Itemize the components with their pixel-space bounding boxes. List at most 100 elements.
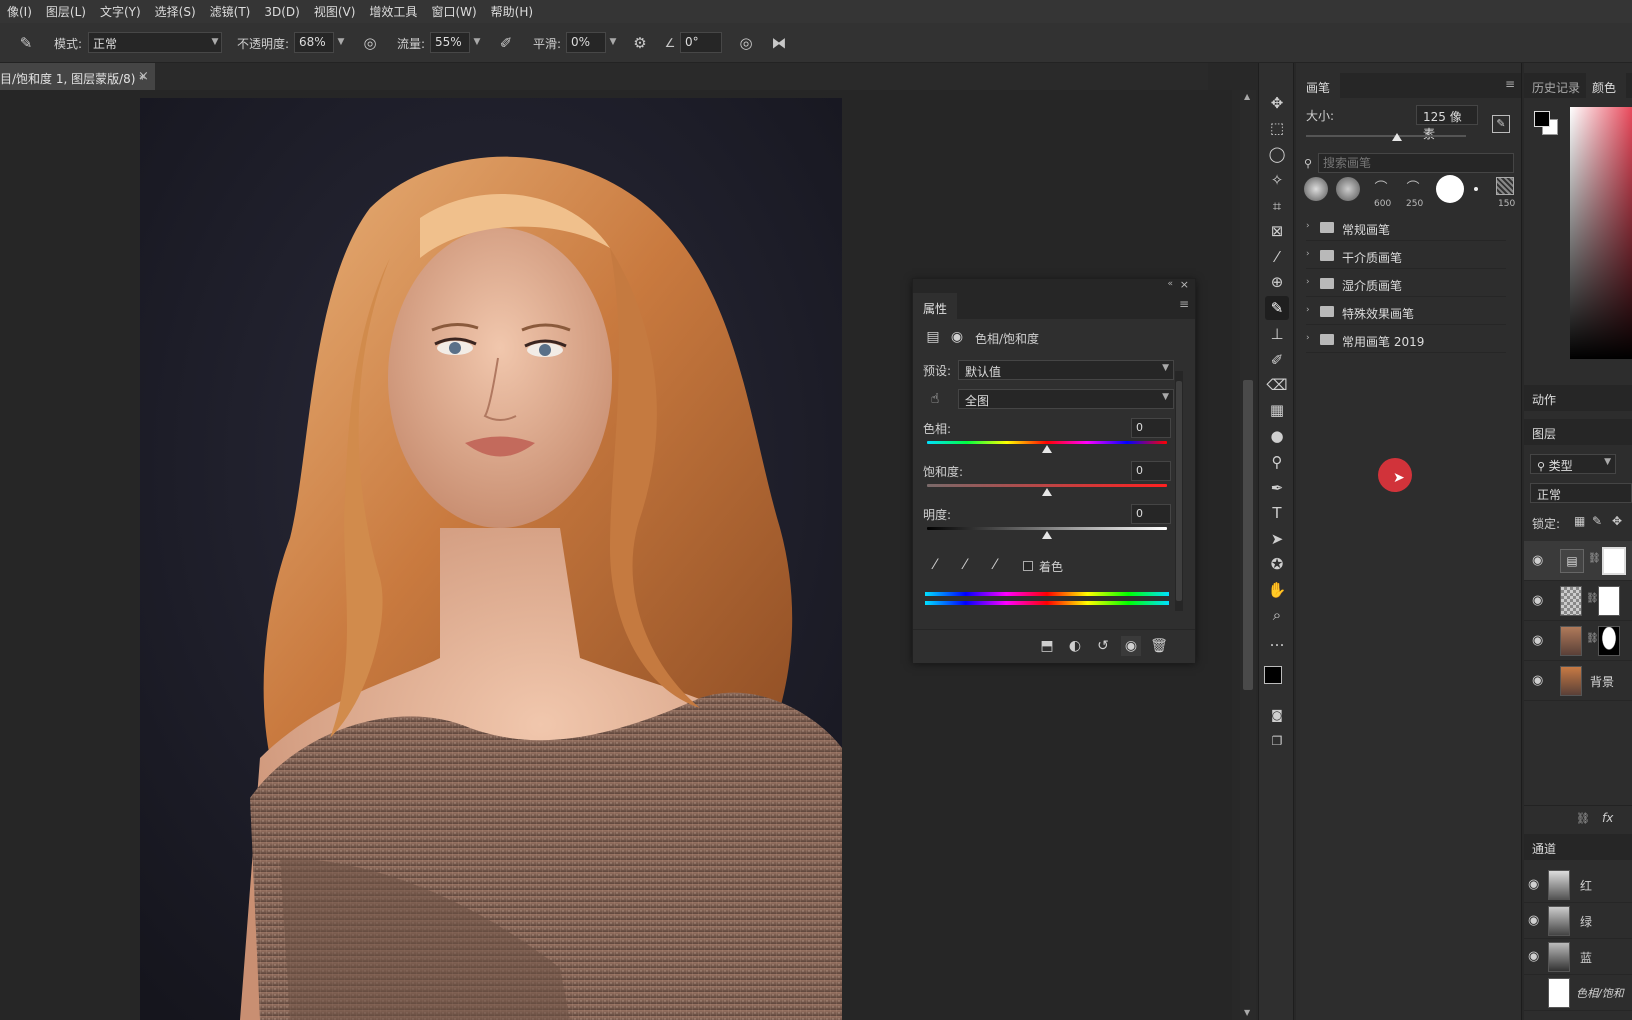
- lightness-slider[interactable]: [927, 527, 1167, 530]
- pressure-size-icon[interactable]: ◎: [736, 33, 756, 53]
- hand-tool-icon[interactable]: ✋: [1265, 578, 1289, 602]
- panel-menu-icon[interactable]: ≡: [1179, 297, 1189, 311]
- channel-row-red[interactable]: ◉ 红: [1524, 867, 1632, 903]
- channel-row-mask[interactable]: 色相/饱和: [1524, 975, 1632, 1011]
- menu-3d[interactable]: 3D(D): [257, 5, 306, 19]
- opacity-input[interactable]: 68%: [294, 32, 334, 53]
- brush-size-input[interactable]: 125 像素: [1416, 105, 1478, 141]
- saturation-slider-thumb[interactable]: [1042, 488, 1052, 496]
- hue-slider-thumb[interactable]: [1042, 445, 1052, 453]
- eye-icon[interactable]: ◉: [1528, 877, 1539, 892]
- history-brush-tool-icon[interactable]: ✐: [1265, 348, 1289, 372]
- layer-row-3[interactable]: ◉ ⛓: [1524, 621, 1632, 661]
- eyedropper-tool-icon[interactable]: ⁄: [1265, 245, 1289, 269]
- opacity-dropdown-icon[interactable]: ▼: [334, 32, 348, 53]
- lasso-tool-icon[interactable]: ◯: [1265, 142, 1289, 166]
- brush-size-slider[interactable]: [1306, 135, 1466, 137]
- move-tool-icon[interactable]: ✥: [1265, 91, 1289, 115]
- visibility-icon[interactable]: ◉: [1121, 636, 1141, 656]
- on-image-adjust-icon[interactable]: ☝: [925, 389, 945, 409]
- brush-folder-general[interactable]: › 常规画笔: [1306, 215, 1506, 241]
- properties-scrollbar[interactable]: [1175, 371, 1183, 611]
- foreground-color-swatch[interactable]: [1264, 666, 1282, 684]
- saturation-input[interactable]: 0: [1131, 461, 1171, 481]
- layer-mask-thumbnail[interactable]: [1598, 626, 1620, 656]
- layer-row-hue-saturation[interactable]: ◉ ▤ ⛓: [1524, 541, 1632, 581]
- preset-select[interactable]: 默认值 ▼: [958, 360, 1174, 380]
- smooth-dropdown-icon[interactable]: ▼: [606, 32, 620, 53]
- layer-row-2[interactable]: ◉ ⛓: [1524, 581, 1632, 621]
- saturation-slider[interactable]: [927, 484, 1167, 487]
- gear-icon[interactable]: ⚙: [630, 33, 650, 53]
- more-tools-icon[interactable]: …: [1265, 629, 1289, 653]
- menu-window[interactable]: 窗口(W): [424, 3, 483, 20]
- eye-icon[interactable]: ◉: [1532, 593, 1543, 608]
- hue-input[interactable]: 0: [1131, 418, 1171, 438]
- soft-brush-preset[interactable]: [1304, 177, 1328, 201]
- layer-mask-thumbnail[interactable]: [1598, 586, 1620, 616]
- marquee-tool-icon[interactable]: ⬚: [1265, 116, 1289, 140]
- channels-title[interactable]: 通道: [1532, 842, 1556, 856]
- smooth-input[interactable]: 0%: [566, 32, 606, 53]
- properties-topbar[interactable]: « ×: [913, 278, 1195, 293]
- close-icon[interactable]: ×: [1180, 278, 1189, 291]
- tab-color[interactable]: 颜色: [1586, 73, 1627, 98]
- brush-stroke-preset-600[interactable]: ⌒: [1368, 177, 1394, 197]
- flow-dropdown-icon[interactable]: ▼: [470, 32, 484, 53]
- pen-tool-icon[interactable]: ✒: [1265, 476, 1289, 500]
- channel-row-green[interactable]: ◉ 绿: [1524, 903, 1632, 939]
- tab-properties[interactable]: 属性: [913, 293, 958, 319]
- range-select[interactable]: 全图 ▼: [958, 389, 1174, 409]
- layer-filter-select[interactable]: ⚲ 类型 ▼: [1530, 454, 1616, 474]
- hard-brush-preset[interactable]: [1436, 175, 1464, 203]
- fx-button[interactable]: fx: [1602, 811, 1613, 825]
- small-brush-preset[interactable]: [1474, 187, 1478, 191]
- scroll-down-icon[interactable]: ▼: [1244, 1008, 1250, 1017]
- tab-history[interactable]: 历史记录: [1524, 73, 1587, 98]
- layer-mask-thumbnail[interactable]: [1602, 547, 1626, 575]
- brush-tool-icon[interactable]: ✎: [1265, 296, 1289, 320]
- lock-paint-icon[interactable]: ✎: [1592, 514, 1602, 528]
- mode-select[interactable]: 正常: [88, 32, 222, 53]
- gradient-tool-icon[interactable]: ▦: [1265, 398, 1289, 422]
- brush-search-input[interactable]: [1318, 153, 1514, 173]
- clip-to-layer-icon[interactable]: ⬒: [1037, 636, 1057, 656]
- symmetry-icon[interactable]: ⧓: [769, 33, 789, 53]
- scroll-up-icon[interactable]: ▲: [1244, 92, 1250, 101]
- lightness-input[interactable]: 0: [1131, 504, 1171, 524]
- view-previous-icon[interactable]: ◐: [1065, 636, 1085, 656]
- angle-input[interactable]: 0°: [680, 32, 722, 53]
- menu-type[interactable]: 文字(Y): [93, 3, 148, 20]
- soft-brush-preset-2[interactable]: [1336, 177, 1360, 201]
- brush-preset-icon[interactable]: ✎: [16, 33, 36, 53]
- clone-stamp-tool-icon[interactable]: ⊥: [1265, 322, 1289, 346]
- magic-wand-tool-icon[interactable]: ✧: [1265, 168, 1289, 192]
- brush-stroke-preset-250[interactable]: ⌒: [1400, 177, 1426, 197]
- eyedropper-icon[interactable]: ⁄: [925, 555, 945, 575]
- actions-title[interactable]: 动作: [1532, 393, 1556, 407]
- brush-folder-special-effects[interactable]: › 特殊效果画笔: [1306, 299, 1506, 325]
- type-tool-icon[interactable]: T: [1265, 501, 1289, 525]
- eye-icon[interactable]: ◉: [1532, 673, 1543, 688]
- portrait-photo[interactable]: [140, 98, 842, 1020]
- colorize-checkbox[interactable]: [1023, 561, 1033, 571]
- properties-scrollbar-thumb[interactable]: [1176, 381, 1182, 601]
- eye-icon[interactable]: ◉: [1528, 949, 1539, 964]
- foreground-color-chip[interactable]: [1534, 111, 1550, 127]
- flow-input[interactable]: 55%: [430, 32, 470, 53]
- eye-icon[interactable]: ◉: [1532, 553, 1543, 568]
- menu-plugins[interactable]: 增效工具: [362, 3, 424, 20]
- channel-row-blue[interactable]: ◉ 蓝: [1524, 939, 1632, 975]
- link-layers-icon[interactable]: ⛓: [1576, 812, 1590, 825]
- menu-layer[interactable]: 图层(L): [39, 3, 93, 20]
- layer-row-background[interactable]: ◉ 背景: [1524, 661, 1632, 701]
- shape-tool-icon[interactable]: ✪: [1265, 552, 1289, 576]
- path-selection-tool-icon[interactable]: ➤: [1265, 527, 1289, 551]
- brush-folder-dry-media[interactable]: › 干介质画笔: [1306, 243, 1506, 269]
- trash-icon[interactable]: 🗑: [1149, 636, 1169, 656]
- close-icon[interactable]: ×: [138, 69, 149, 84]
- collapse-icon[interactable]: «: [1167, 279, 1173, 289]
- brush-folder-common-2019[interactable]: › 常用画笔 2019: [1306, 327, 1506, 353]
- airbrush-icon[interactable]: ✐: [496, 33, 516, 53]
- document-tab[interactable]: 目/饱和度 1, 图层蒙版/8) * ×: [0, 63, 155, 90]
